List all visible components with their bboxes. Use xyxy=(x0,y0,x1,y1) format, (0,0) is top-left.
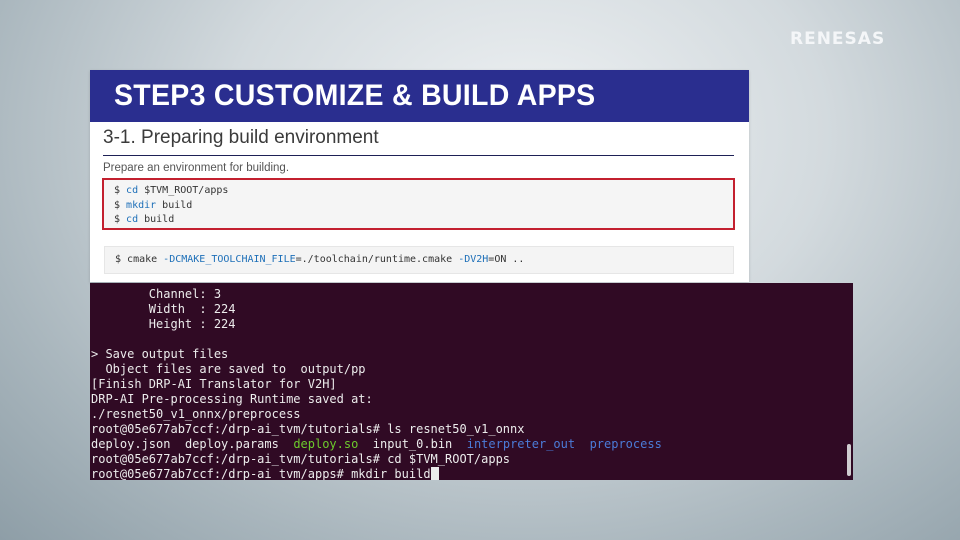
terminal-line: root@05e677ab7ccf:/drp-ai_tvm/tutorials#… xyxy=(91,452,511,466)
ls-file: deploy.params xyxy=(184,437,279,451)
terminal-current-input: root@05e677ab7ccf:/drp-ai_tvm/apps# mkdi… xyxy=(91,467,431,480)
code-command: cd xyxy=(126,185,139,196)
code-command: mkdir xyxy=(126,199,157,211)
code-prompt: $ xyxy=(114,199,127,211)
code-argument: build xyxy=(138,214,175,225)
terminal-line: Width : 224 xyxy=(91,302,236,316)
terminal-line: root@05e677ab7ccf:/drp-ai_tvm/tutorials#… xyxy=(91,422,525,436)
terminal-line: [Finish DRP-AI Translator for V2H] xyxy=(91,377,337,391)
code-argument: =ON .. xyxy=(488,253,525,265)
terminal-line: Height : 224 xyxy=(91,317,236,331)
highlighted-code-block: $ cd $TVM_ROOT/apps $ mkdir build $ cd b… xyxy=(102,178,735,230)
step-banner: STEP3 CUSTOMIZE & BUILD APPS xyxy=(90,70,749,122)
ls-directory: preprocess xyxy=(589,437,662,451)
terminal-ls-output: deploy.json deploy.params deploy.so inpu… xyxy=(91,437,853,452)
terminal-scrollbar[interactable] xyxy=(847,444,851,476)
terminal-line: Channel: 3 xyxy=(91,287,222,301)
code-argument: $TVM_ROOT/apps xyxy=(138,185,229,196)
section-description: Prepare an environment for building. xyxy=(103,162,290,174)
code-prompt: $ xyxy=(114,214,127,225)
code-argument: build xyxy=(156,199,193,211)
logo-text: RENESAS xyxy=(790,29,886,49)
cmake-code-block: $ cmake -DCMAKE_TOOLCHAIN_FILE=./toolcha… xyxy=(104,246,734,274)
terminal-line: Object files are saved to output/pp xyxy=(91,362,366,376)
terminal-line: > Save output files xyxy=(91,347,229,361)
terminal-line: DRP-AI Pre-processing Runtime saved at: xyxy=(91,392,373,406)
code-prompt: $ xyxy=(115,253,128,265)
ls-executable: deploy.so xyxy=(293,437,359,451)
code-prompt: $ xyxy=(114,185,127,196)
ls-file: input_0.bin xyxy=(372,437,453,451)
code-command: cd xyxy=(126,214,139,225)
terminal-prompt-line[interactable]: root@05e677ab7ccf:/drp-ai_tvm/apps# mkdi… xyxy=(91,467,853,480)
text-cursor xyxy=(430,467,439,480)
code-line: $ cd build xyxy=(114,213,723,228)
ls-file: deploy.json xyxy=(91,437,171,451)
code-line: $ cmake -DCMAKE_TOOLCHAIN_FILE=./toolcha… xyxy=(115,253,524,268)
code-argument: =./toolchain/runtime.cmake xyxy=(295,253,459,265)
terminal-line: ./resnet50_v1_onnx/preprocess xyxy=(91,407,301,421)
banner-title: STEP3 CUSTOMIZE & BUILD APPS xyxy=(114,79,596,112)
section-divider xyxy=(103,155,734,156)
code-flag: -DCMAKE_TOOLCHAIN_FILE xyxy=(163,253,296,265)
code-line: $ mkdir build xyxy=(114,199,723,214)
slide-panel: STEP3 CUSTOMIZE & BUILD APPS 3-1. Prepar… xyxy=(90,70,749,282)
section-title: 3-1. Preparing build environment xyxy=(103,127,379,148)
code-line: $ cd $TVM_ROOT/apps xyxy=(114,184,723,199)
terminal-window[interactable]: Channel: 3 Width : 224 Height : 224 > Sa… xyxy=(90,283,853,480)
code-flag: -DV2H xyxy=(458,253,489,265)
ls-directory: interpreter_out xyxy=(466,437,576,451)
code-command: cmake xyxy=(127,253,164,265)
renesas-logo: RENESAS xyxy=(790,28,908,50)
